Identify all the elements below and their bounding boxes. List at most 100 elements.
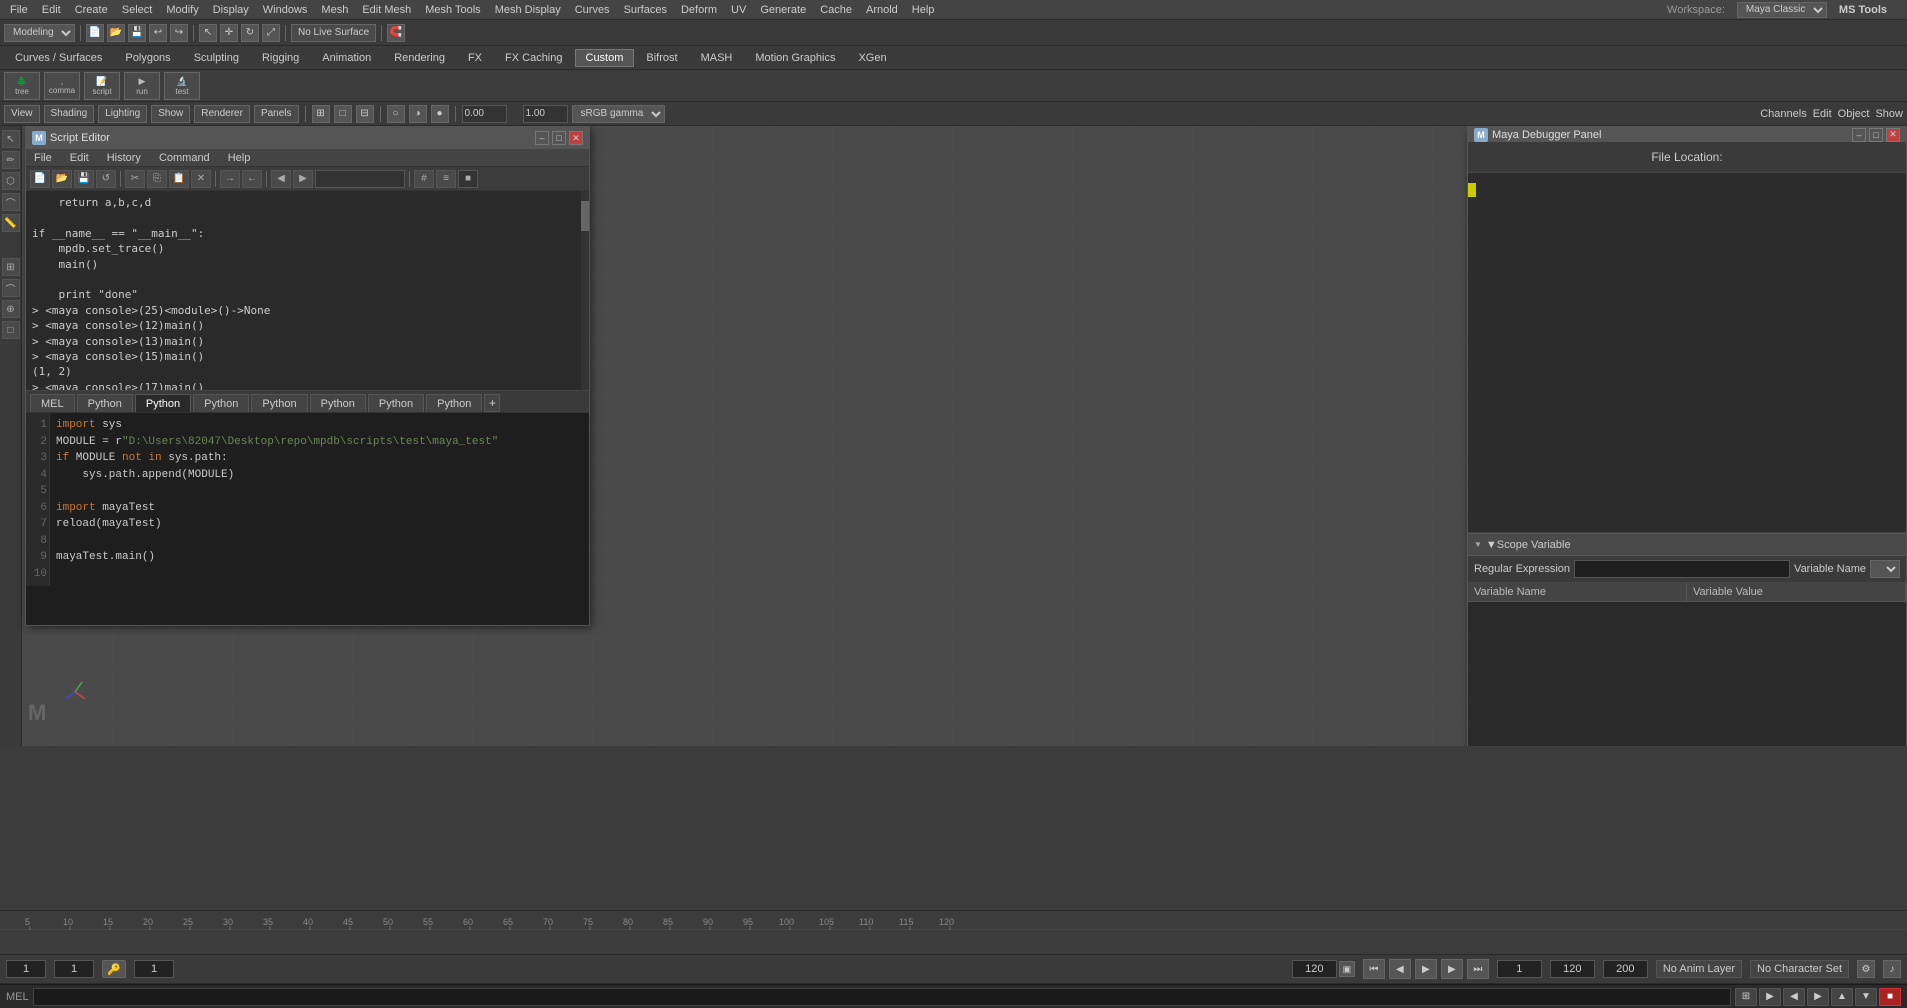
se-save-btn[interactable]: 💾 (74, 170, 94, 188)
tab-python-1[interactable]: Python (77, 394, 133, 412)
script-editor-titlebar[interactable]: M Script Editor – □ ✕ (26, 127, 589, 149)
output-scrollbar[interactable] (581, 191, 589, 390)
show-menu-btn[interactable]: Show (151, 105, 190, 123)
edit-tab[interactable]: Edit (1813, 108, 1832, 120)
anim-end-input[interactable] (1292, 960, 1337, 978)
menu-surfaces[interactable]: Surfaces (618, 3, 673, 17)
redo-btn[interactable]: ↪ (170, 24, 188, 42)
rotate-tool-btn[interactable]: ↻ (241, 24, 259, 42)
debugger-titlebar[interactable]: M Maya Debugger Panel – □ ✕ (1468, 127, 1906, 142)
tab-add-btn[interactable]: + (484, 394, 500, 412)
se-menu-history[interactable]: History (103, 152, 145, 164)
se-unindent-btn[interactable]: ← (242, 170, 262, 188)
prev-frame-btn[interactable]: ◀ (1389, 959, 1411, 979)
debugger-minimize-btn[interactable]: – (1852, 128, 1866, 142)
tab-python-6[interactable]: Python (368, 394, 424, 412)
debugger-maximize-btn[interactable]: □ (1869, 128, 1883, 142)
menu-cache[interactable]: Cache (814, 3, 858, 17)
se-indent-btn[interactable]: → (220, 170, 240, 188)
mel-next-btn[interactable]: ▶ (1807, 988, 1829, 1006)
gamma-value-input[interactable] (523, 105, 568, 123)
anim-settings-btn[interactable]: ⚙ (1857, 960, 1875, 978)
tab-rendering[interactable]: Rendering (383, 49, 456, 67)
vp-icon-1[interactable]: ⊞ (312, 105, 330, 123)
mode-dropdown[interactable]: Modeling (4, 24, 75, 42)
se-reload-btn[interactable]: ↺ (96, 170, 116, 188)
script-output-area[interactable]: return a,b,c,d if __name__ == "__main__"… (26, 191, 589, 391)
workspace-dropdown[interactable]: Maya Classic (1737, 2, 1827, 18)
debugger-close-btn[interactable]: ✕ (1886, 128, 1900, 142)
mel-play-btn[interactable]: ▶ (1759, 988, 1781, 1006)
menu-create[interactable]: Create (69, 3, 114, 17)
save-scene-btn[interactable]: 💾 (128, 24, 146, 42)
minimize-btn[interactable]: – (535, 131, 549, 145)
vp-icon-5[interactable]: ◑ (409, 105, 427, 123)
tab-python-7[interactable]: Python (426, 394, 482, 412)
menu-uv[interactable]: UV (725, 3, 752, 17)
tab-rigging[interactable]: Rigging (251, 49, 310, 67)
tab-python-5[interactable]: Python (310, 394, 366, 412)
scope-variable-header[interactable]: ▼ ▼Scope Variable (1468, 534, 1906, 556)
se-play-btn[interactable]: ▶ (293, 170, 313, 188)
se-menu-edit[interactable]: Edit (66, 152, 93, 164)
run-btn[interactable]: ▶ run (124, 72, 160, 100)
tab-mel[interactable]: MEL (30, 394, 75, 412)
snap-view-btn[interactable]: □ (2, 321, 20, 339)
menu-generate[interactable]: Generate (754, 3, 812, 17)
menu-windows[interactable]: Windows (257, 3, 314, 17)
move-tool-btn[interactable]: ✛ (220, 24, 238, 42)
se-open-btn[interactable]: 📂 (52, 170, 72, 188)
vp-icon-6[interactable]: ● (431, 105, 449, 123)
no-anim-layer-btn[interactable]: No Anim Layer (1656, 960, 1742, 978)
object-tab[interactable]: Object (1838, 108, 1870, 120)
panels-menu-btn[interactable]: Panels (254, 105, 299, 123)
tab-bifrost[interactable]: Bifrost (635, 49, 688, 67)
menu-display[interactable]: Display (207, 3, 255, 17)
tab-sculpting[interactable]: Sculpting (183, 49, 250, 67)
lighting-menu-btn[interactable]: Lighting (98, 105, 147, 123)
select-tool-btn[interactable]: ↖ (199, 24, 217, 42)
tab-python-2[interactable]: Python (135, 394, 191, 412)
menu-meshdisplay[interactable]: Mesh Display (489, 3, 567, 17)
menu-mesh[interactable]: Mesh (315, 3, 354, 17)
curve-tool-btn[interactable]: ⌒ (2, 193, 20, 211)
se-menu-help[interactable]: Help (224, 152, 255, 164)
script-code-area[interactable]: 12345678910 import sys MODULE = r"D:\Use… (26, 413, 589, 625)
menu-select[interactable]: Select (116, 3, 159, 17)
channels-tab[interactable]: Channels (1760, 108, 1806, 120)
tab-polygons[interactable]: Polygons (114, 49, 181, 67)
se-bg-btn[interactable]: ■ (458, 170, 478, 188)
tab-curves-surfaces[interactable]: Curves / Surfaces (4, 49, 113, 67)
se-clear-btn[interactable]: ✕ (191, 170, 211, 188)
no-live-surface-btn[interactable]: No Live Surface (291, 24, 376, 42)
close-btn[interactable]: ✕ (569, 131, 583, 145)
sculpt-btn[interactable]: ⬡ (2, 172, 20, 190)
se-options-btn[interactable]: ≡ (436, 170, 456, 188)
keyframe-input[interactable] (134, 960, 174, 978)
undo-btn[interactable]: ↩ (149, 24, 167, 42)
renderer-menu-btn[interactable]: Renderer (194, 105, 250, 123)
tab-fx-caching[interactable]: FX Caching (494, 49, 573, 67)
snap-curve-btn[interactable]: ⌒ (2, 279, 20, 297)
mel-prev-btn[interactable]: ◀ (1783, 988, 1805, 1006)
se-paste-btn[interactable]: 📋 (169, 170, 189, 188)
varname-dropdown[interactable] (1870, 560, 1900, 578)
tab-custom[interactable]: Custom (575, 49, 635, 67)
se-prev-btn[interactable]: ◀ (271, 170, 291, 188)
se-menu-file[interactable]: File (30, 152, 56, 164)
range-display[interactable] (1550, 960, 1595, 978)
mel-down-btn[interactable]: ▼ (1855, 988, 1877, 1006)
menu-deform[interactable]: Deform (675, 3, 723, 17)
current-frame-input[interactable] (54, 960, 94, 978)
menu-help[interactable]: Help (906, 3, 941, 17)
tab-animation[interactable]: Animation (311, 49, 382, 67)
no-character-set-btn[interactable]: No Character Set (1750, 960, 1849, 978)
show-tab[interactable]: Show (1875, 108, 1903, 120)
menu-curves[interactable]: Curves (569, 3, 616, 17)
magnet-btn[interactable]: 🧲 (387, 24, 405, 42)
range-start-input[interactable] (1497, 960, 1542, 978)
tab-motion-graphics[interactable]: Motion Graphics (744, 49, 846, 67)
se-command-input[interactable] (315, 170, 405, 188)
se-copy-btn[interactable]: ⎘ (147, 170, 167, 188)
se-new-btn[interactable]: 📄 (30, 170, 50, 188)
